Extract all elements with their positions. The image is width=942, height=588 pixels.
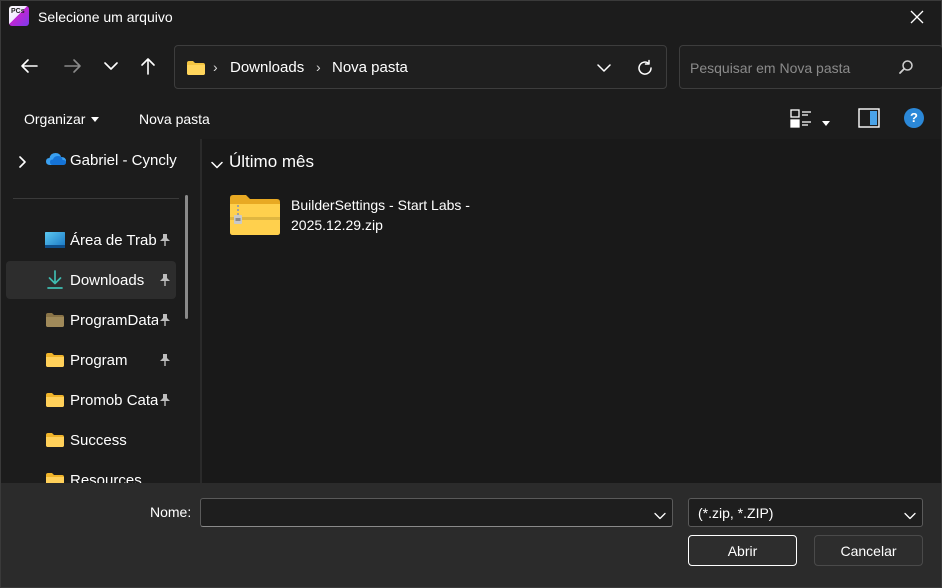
file-open-dialog: PCs Selecione um arquivo › Downloads › N…	[0, 0, 942, 588]
sidebar-item-label: ProgramData	[70, 312, 158, 329]
file-item[interactable]: BuilderSettings - Start Labs - 2025.12.2…	[222, 187, 492, 241]
navigation-pane: Gabriel - Cyncly Área de Trab Downloads	[1, 139, 200, 483]
pin-icon[interactable]	[159, 313, 171, 330]
sidebar-item-programdata[interactable]: ProgramData	[6, 301, 176, 339]
sidebar-item-promob-cata[interactable]: Promob Cata	[6, 381, 176, 419]
download-arrow-icon	[46, 270, 64, 293]
sidebar-item-label: Success	[70, 432, 127, 449]
breadcrumb-separator: ›	[213, 59, 218, 75]
open-button[interactable]: Abrir	[688, 535, 797, 566]
file-list: Último mês BuilderSettings - Start Labs …	[202, 139, 941, 483]
caret-down-icon	[91, 116, 100, 122]
up-button[interactable]	[136, 54, 160, 78]
breadcrumb-nova-pasta[interactable]: Nova pasta	[332, 59, 408, 76]
chevron-right-icon[interactable]	[18, 155, 26, 171]
arrow-up-icon	[141, 58, 155, 75]
sidebar-item-label: Promob Cata	[70, 392, 158, 409]
sidebar-item-program[interactable]: Program	[6, 341, 176, 379]
pin-icon[interactable]	[159, 353, 171, 370]
caret-down-icon	[822, 120, 830, 126]
help-icon[interactable]: ?	[904, 108, 924, 128]
pin-icon[interactable]	[159, 273, 171, 290]
zip-folder-icon	[228, 193, 282, 240]
sidebar-item-label: Downloads	[70, 272, 145, 289]
file-type-label: (*.zip, *.ZIP)	[698, 505, 774, 521]
search-input[interactable]: Pesquisar em Nova pasta	[690, 60, 850, 76]
breadcrumb-separator: ›	[316, 59, 321, 75]
navigation-bar: › Downloads › Nova pasta Pesquisar em No…	[1, 33, 942, 99]
search-icon[interactable]	[898, 59, 914, 78]
chevron-down-icon	[104, 62, 118, 70]
sidebar-item-downloads[interactable]: Downloads	[6, 261, 176, 299]
chevron-down-icon[interactable]	[211, 156, 223, 172]
pin-icon[interactable]	[159, 393, 171, 410]
file-type-select[interactable]: (*.zip, *.ZIP)	[688, 498, 923, 527]
folder-icon	[45, 432, 65, 451]
chevron-down-icon	[904, 507, 916, 523]
cancel-button[interactable]: Cancelar	[814, 535, 923, 566]
file-name: BuilderSettings - Start Labs - 2025.12.2…	[291, 197, 470, 233]
organize-menu[interactable]: Organizar	[24, 111, 100, 127]
pin-icon[interactable]	[159, 233, 171, 250]
address-history-dropdown[interactable]	[592, 58, 616, 78]
chevron-down-icon[interactable]	[654, 507, 666, 523]
folder-icon	[45, 312, 65, 331]
recent-locations-button[interactable]	[99, 54, 123, 78]
folder-icon	[45, 352, 65, 371]
forward-button[interactable]	[61, 54, 85, 78]
preview-pane-icon[interactable]	[858, 108, 880, 131]
app-icon: PCs	[9, 6, 29, 26]
command-bar: Organizar Nova pasta ?	[1, 99, 941, 139]
sidebar-item-label: Resources	[70, 472, 142, 483]
sidebar-item-desktop[interactable]: Área de Trab	[6, 221, 176, 259]
new-folder-button[interactable]: Nova pasta	[139, 111, 210, 127]
arrow-left-icon	[21, 59, 38, 73]
desktop-icon	[45, 232, 65, 251]
sidebar-item-success[interactable]: Success	[6, 421, 176, 459]
arrow-right-icon	[64, 59, 81, 73]
sidebar-scrollbar[interactable]	[185, 195, 188, 319]
window-title: Selecione um arquivo	[38, 9, 173, 25]
close-button[interactable]	[897, 1, 937, 33]
sidebar-item-label: Área de Trab	[70, 232, 157, 249]
folder-icon	[45, 472, 65, 483]
breadcrumb-downloads[interactable]: Downloads	[230, 59, 304, 76]
sidebar-item-label: Program	[70, 352, 128, 369]
folder-icon	[186, 60, 206, 79]
sidebar-divider	[13, 198, 179, 199]
address-bar[interactable]: › Downloads › Nova pasta	[174, 45, 667, 89]
group-header[interactable]: Último mês	[229, 152, 314, 172]
folder-icon	[45, 392, 65, 411]
title-bar: PCs Selecione um arquivo	[1, 1, 941, 33]
sidebar-item-label: Gabriel - Cyncly	[70, 152, 177, 169]
dialog-footer: Nome: (*.zip, *.ZIP) Abrir Cancelar	[1, 483, 941, 587]
onedrive-cloud-icon	[45, 152, 67, 169]
view-dropdown[interactable]	[822, 115, 830, 131]
view-options-icon[interactable]	[790, 109, 812, 132]
back-button[interactable]	[17, 54, 41, 78]
close-icon	[910, 10, 924, 24]
search-box[interactable]: Pesquisar em Nova pasta	[679, 45, 942, 89]
file-name-input[interactable]	[200, 498, 673, 527]
refresh-button[interactable]	[633, 56, 657, 80]
sidebar-item-resources[interactable]: Resources	[6, 461, 176, 483]
file-name-label: Nome:	[150, 504, 192, 520]
chevron-down-icon	[597, 64, 611, 72]
refresh-icon	[638, 59, 652, 75]
sidebar-item-onedrive[interactable]: Gabriel - Cyncly	[6, 141, 177, 179]
